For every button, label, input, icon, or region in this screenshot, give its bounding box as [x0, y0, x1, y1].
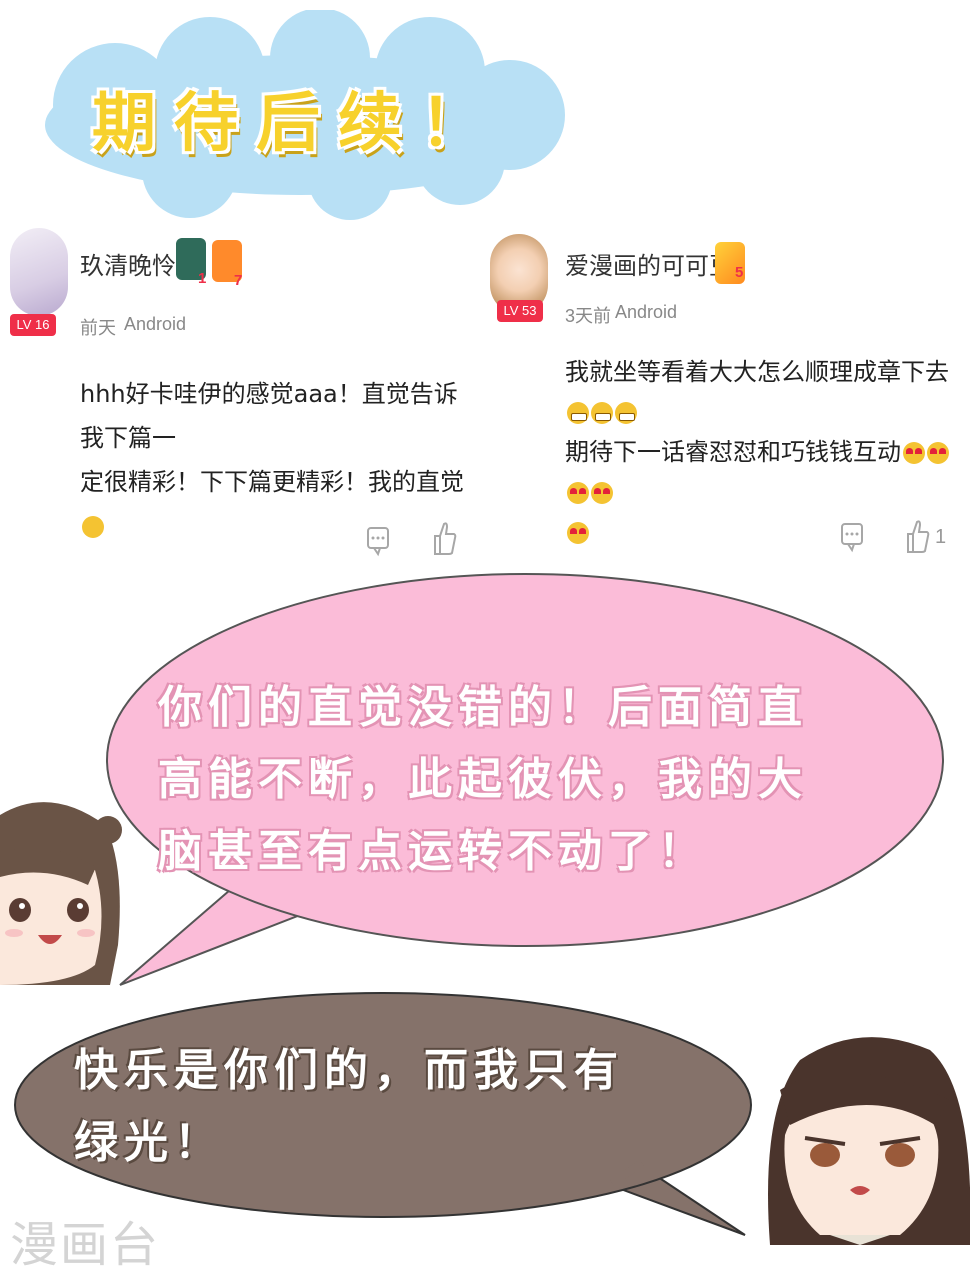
- grin-emoji-icon: [567, 402, 589, 424]
- heart-eyes-emoji-icon: [927, 442, 949, 464]
- username[interactable]: 爱漫画的可可豆: [565, 246, 733, 281]
- avatar[interactable]: [10, 228, 68, 316]
- comment-text: hhh好卡哇伊的感觉aaa！直觉告诉我下篇一 定很精彩！下下篇更精彩！我的直觉: [80, 372, 480, 548]
- comment-card: LV 16 玖清晚怜 1 7 前天 Android hhh好卡哇伊的感觉aaa！…: [0, 222, 485, 572]
- reply-icon[interactable]: [840, 520, 864, 554]
- username[interactable]: 玖清晚怜: [80, 246, 176, 281]
- reply-icon[interactable]: [366, 524, 390, 558]
- comment-line: 定很精彩！下下篇更精彩！我的直觉: [80, 460, 480, 548]
- bubble-line: 你们的直觉没错的！后面简直: [158, 682, 808, 733]
- grin-emoji-icon: [591, 402, 613, 424]
- comment-card: LV 53 爱漫画的可可豆 5 3天前 Android 我就坐等看着大大怎么顺理…: [485, 222, 970, 572]
- comment-time: 3天前: [565, 306, 612, 326]
- watermark: 漫画台: [10, 1217, 161, 1273]
- heart-eyes-emoji-icon: [903, 442, 925, 464]
- level-badge: LV 53: [497, 300, 543, 322]
- smirk-emoji-icon: [82, 516, 104, 538]
- bubble-line: 快乐是你们的，而我只有: [74, 1045, 624, 1096]
- grin-emoji-icon: [615, 402, 637, 424]
- comment-line: hhh好卡哇伊的感觉aaa！直觉告诉我下篇一: [80, 380, 458, 452]
- heart-eyes-emoji-icon: [591, 482, 613, 504]
- comment-line: 我就坐等看着大大怎么顺理成章下去: [565, 352, 965, 432]
- bubble-line: 绿光！: [74, 1117, 224, 1168]
- boy-character-illustration: [768, 1037, 970, 1245]
- cloud-title: 期待后续！: [92, 87, 502, 161]
- bubble-line: 高能不断，此起彼伏，我的大: [158, 754, 808, 805]
- comment-time: 前天: [80, 318, 116, 338]
- comment-device: Android: [615, 302, 678, 322]
- bubble-line: 脑甚至有点运转不动了！: [158, 826, 708, 877]
- pink-bubble-text: 你们的直觉没错的！后面简直 高能不断，此起彼伏，我的大 脑甚至有点运转不动了！: [158, 672, 918, 888]
- comment-device: Android: [124, 314, 187, 334]
- girl-character-illustration: [0, 802, 122, 985]
- brown-bubble-text: 快乐是你们的，而我只有 绿光！: [74, 1035, 734, 1179]
- like-icon[interactable]: [905, 518, 931, 556]
- heart-eyes-emoji-icon: [567, 522, 589, 544]
- level-badge: LV 16: [10, 314, 56, 336]
- badge-count: 5: [735, 264, 744, 281]
- comment-line: 期待下一话睿怼怼和巧钱钱互动: [565, 432, 965, 512]
- heart-eyes-emoji-icon: [567, 482, 589, 504]
- like-count: 1: [935, 526, 947, 548]
- badge-count: 7: [234, 272, 243, 289]
- like-icon[interactable]: [432, 520, 458, 558]
- badge-count: 1: [198, 270, 207, 287]
